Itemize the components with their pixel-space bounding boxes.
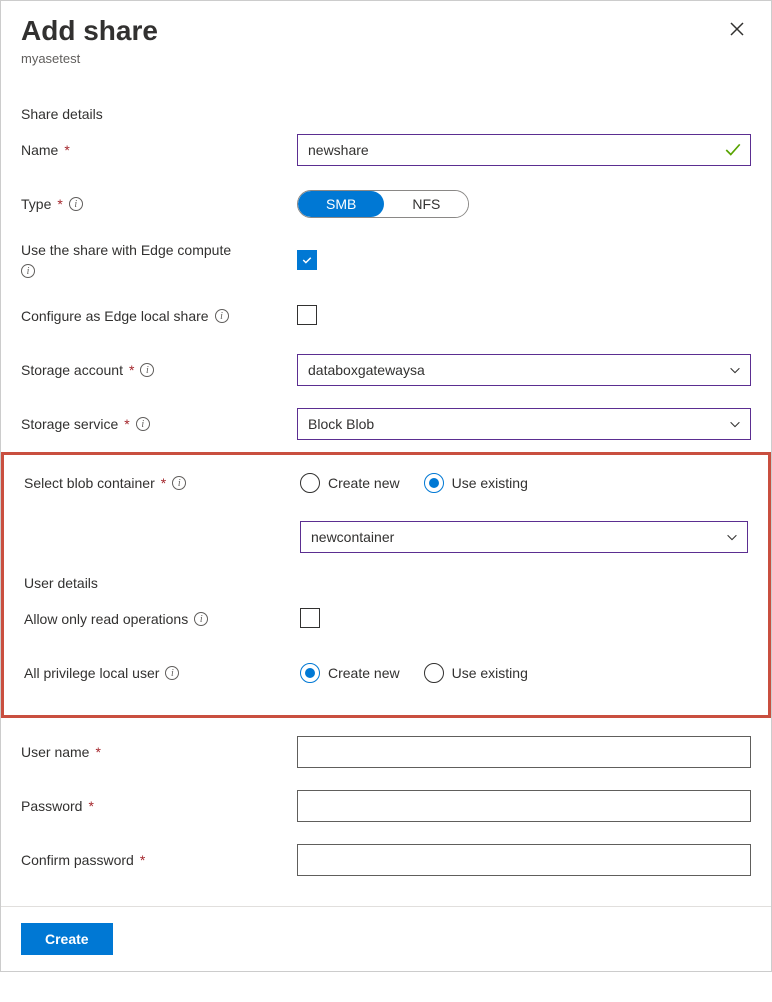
required-icon: * (57, 196, 62, 212)
privilege-user-create-new[interactable]: Create new (300, 663, 400, 683)
required-icon: * (64, 142, 69, 158)
privilege-user-radio-group: Create new Use existing (300, 663, 748, 683)
password-label: Password * (21, 798, 297, 814)
radio-icon (300, 473, 320, 493)
name-label: Name * (21, 142, 297, 158)
confirm-password-label: Confirm password * (21, 852, 297, 868)
required-icon: * (140, 852, 145, 868)
privilege-user-label: All privilege local user i (24, 665, 300, 681)
edge-compute-label: Use the share with Edge compute i (21, 242, 297, 278)
blob-container-radio-group: Create new Use existing (300, 473, 748, 493)
required-icon: * (161, 475, 166, 491)
info-icon[interactable]: i (215, 309, 229, 323)
panel-subtitle: myasetest (21, 51, 751, 66)
read-only-checkbox[interactable] (300, 608, 320, 628)
storage-service-label: Storage service * i (21, 416, 297, 432)
radio-icon (424, 473, 444, 493)
required-icon: * (88, 798, 93, 814)
privilege-user-use-existing[interactable]: Use existing (424, 663, 528, 683)
edge-compute-checkbox[interactable] (297, 250, 317, 270)
read-only-label: Allow only read operations i (24, 611, 300, 627)
required-icon: * (95, 744, 100, 760)
blob-container-create-new[interactable]: Create new (300, 473, 400, 493)
panel-title: Add share (21, 15, 158, 47)
info-icon[interactable]: i (172, 476, 186, 490)
confirm-password-input[interactable] (297, 844, 751, 876)
section-user-details: User details (24, 575, 748, 591)
storage-service-select[interactable]: Block Blob (297, 408, 751, 440)
edge-local-checkbox[interactable] (297, 305, 317, 325)
username-input[interactable] (297, 736, 751, 768)
radio-icon (300, 663, 320, 683)
info-icon[interactable]: i (165, 666, 179, 680)
type-toggle: SMB NFS (297, 190, 469, 218)
type-option-smb[interactable]: SMB (298, 191, 384, 217)
required-icon: * (124, 416, 129, 432)
blob-container-label: Select blob container * i (24, 475, 300, 491)
type-label: Type * i (21, 196, 297, 212)
storage-account-label: Storage account * i (21, 362, 297, 378)
close-button[interactable] (723, 15, 751, 46)
info-icon[interactable]: i (194, 612, 208, 626)
info-icon[interactable]: i (21, 264, 35, 278)
password-input[interactable] (297, 790, 751, 822)
edge-local-label: Configure as Edge local share i (21, 308, 297, 324)
highlighted-region: Select blob container * i Create new Use… (1, 452, 771, 718)
type-option-nfs[interactable]: NFS (384, 191, 468, 217)
username-label: User name * (21, 744, 297, 760)
info-icon[interactable]: i (69, 197, 83, 211)
info-icon[interactable]: i (140, 363, 154, 377)
radio-icon (424, 663, 444, 683)
close-icon (729, 21, 745, 37)
name-input[interactable] (297, 134, 751, 166)
section-share-details: Share details (21, 106, 751, 122)
blob-container-select[interactable]: newcontainer (300, 521, 748, 553)
blob-container-use-existing[interactable]: Use existing (424, 473, 528, 493)
create-button[interactable]: Create (21, 923, 113, 955)
info-icon[interactable]: i (136, 417, 150, 431)
storage-account-select[interactable]: databoxgatewaysa (297, 354, 751, 386)
required-icon: * (129, 362, 134, 378)
